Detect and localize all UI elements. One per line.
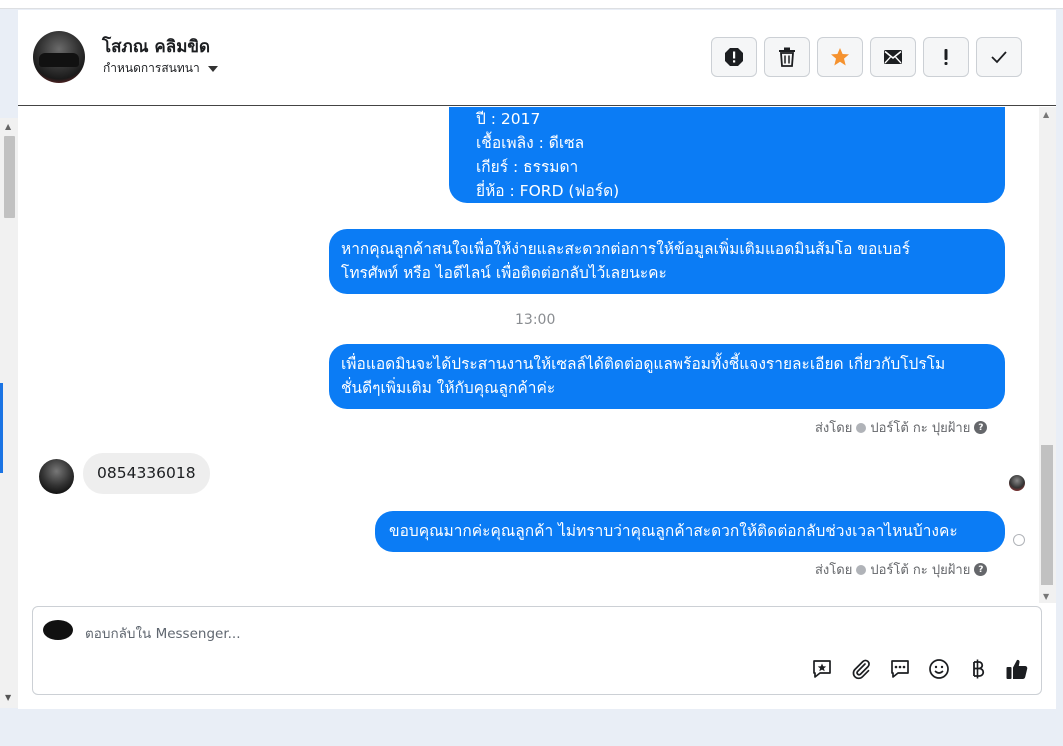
baht-icon <box>973 659 985 679</box>
message-bubble-thanks[interactable]: ขอบคุณมากค่ะคุณลูกค้า ไม่ทราบว่าคุณลูกค้… <box>375 511 1005 552</box>
conversation-actions <box>711 37 1022 77</box>
conversation-panel: โสภณ คลิมขิด กำหนดการสนทนา ปี: 2017 เชื… <box>18 10 1056 709</box>
help-icon[interactable]: ? <box>974 421 988 434</box>
quick-reply-button[interactable] <box>888 657 912 681</box>
message-timestamp: 13:00 <box>515 312 556 328</box>
delete-button[interactable] <box>764 37 810 77</box>
contact-small-avatar[interactable] <box>39 459 74 494</box>
trash-icon <box>779 47 795 67</box>
message-text: เพื่อแอดมินจะได้ประสานงานให้เซลล์ได้ติดต… <box>341 355 946 373</box>
car-gear: เกียร์ : ธรรมดา <box>476 158 579 176</box>
star-icon <box>831 48 849 66</box>
caret-down-icon <box>207 65 218 72</box>
chat-star-icon <box>813 660 831 678</box>
important-button[interactable] <box>923 37 969 77</box>
sender-name[interactable]: ปอร์โต้ กะ ปุยฝ้าย <box>870 559 970 580</box>
message-text: 0854336018 <box>97 464 196 482</box>
message-list: ปี : 2017 เชื้อเพลิง : ดีเซล เกียร์ : ธร… <box>18 107 1056 603</box>
sent-by-label: ส่งโดย <box>815 421 853 436</box>
check-icon <box>991 51 1007 64</box>
sent-by-label: ส่งโดย <box>815 563 853 578</box>
smile-icon <box>929 659 949 679</box>
sent-by-info: ส่งโดย ปอร์โต้ กะ ปุยฝ้าย ? <box>815 559 988 580</box>
scroll-up-arrow-icon[interactable]: ▲ <box>1043 110 1049 119</box>
page-mini-icon <box>856 422 867 433</box>
car-brand: ยี่ห้อ : FORD (ฟอร์ด) <box>476 182 620 200</box>
like-button[interactable] <box>1005 657 1029 681</box>
composer-tools <box>810 657 1029 681</box>
message-bubble-coordinate[interactable]: เพื่อแอดมินจะได้ประสานงานให้เซลล์ได้ติดต… <box>329 344 1005 409</box>
scroll-down-arrow-icon[interactable]: ▼ <box>5 693 11 702</box>
conversation-settings-label: กำหนดการสนทนา <box>103 61 200 75</box>
thumbs-up-icon <box>1006 659 1028 679</box>
page-root: ▲ ▼ โสภณ คลิมขิด กำหนดการสนทนา ปี: 2017… <box>0 0 1063 746</box>
delivered-check-icon <box>1013 534 1025 546</box>
sender-name[interactable]: ปอร์โต้ กะ ปุยฝ้าย <box>870 417 970 438</box>
message-scrollbar-thumb[interactable] <box>1041 445 1053 585</box>
seen-avatar <box>1009 475 1025 491</box>
saved-reply-button[interactable] <box>810 657 834 681</box>
chat-dots-icon <box>891 660 909 678</box>
report-button[interactable] <box>711 37 757 77</box>
car-fuel: เชื้อเพลิง : ดีเซล <box>476 134 585 152</box>
alert-octagon-icon <box>725 48 743 66</box>
sent-by-info: ส่งโดย ปอร์โต้ กะ ปุยฝ้าย ? <box>815 417 988 438</box>
page-bottom-strip <box>0 709 1063 746</box>
message-bubble-incoming[interactable]: 0854336018 <box>83 453 210 494</box>
reply-composer <box>32 606 1042 695</box>
message-text: ชั่นดีๆเพิ่มเติม ให้กับคุณลูกค้าค่ะ <box>341 379 556 397</box>
conversation-header: โสภณ คลิมขิด กำหนดการสนทนา <box>18 10 1056 106</box>
emoji-button[interactable] <box>927 657 951 681</box>
contact-avatar[interactable] <box>33 31 85 83</box>
done-button[interactable] <box>976 37 1022 77</box>
scroll-up-arrow-icon[interactable]: ▲ <box>5 122 11 131</box>
page-top-strip <box>0 0 1063 9</box>
envelope-icon <box>884 50 902 64</box>
help-icon[interactable]: ? <box>974 563 988 576</box>
exclamation-icon <box>944 49 948 65</box>
page-mini-icon <box>856 564 867 575</box>
mark-unread-button[interactable] <box>870 37 916 77</box>
conversation-settings-dropdown[interactable]: กำหนดการสนทนา <box>103 59 218 78</box>
car-year: ปี : 2017 <box>476 110 541 128</box>
contact-name[interactable]: โสภณ คลิมขิด <box>102 33 210 60</box>
attach-button[interactable] <box>849 657 873 681</box>
message-bubble-car-info[interactable]: ปี : 2017 เชื้อเพลิง : ดีเซล เกียร์ : ธร… <box>449 107 1005 203</box>
message-scrollbar[interactable]: ▲ ▼ <box>1039 107 1056 603</box>
message-text: ขอบคุณมากค่ะคุณลูกค้า ไม่ทราบว่าคุณลูกค้… <box>389 522 958 540</box>
message-bubble-contact-request[interactable]: หากคุณลูกค้าสนใจเพื่อให้ง่ายและสะดวกต่อก… <box>329 229 1005 294</box>
selection-accent <box>0 383 3 473</box>
page-scrollbar-thumb[interactable] <box>4 136 15 218</box>
payment-button[interactable] <box>966 657 990 681</box>
star-button[interactable] <box>817 37 863 77</box>
paperclip-icon <box>852 659 870 680</box>
reply-input[interactable] <box>85 623 785 645</box>
scroll-down-arrow-icon[interactable]: ▼ <box>1043 592 1049 601</box>
page-logo <box>43 620 73 640</box>
message-text: โทรศัพท์ หรือ ไอดีไลน์ เพื่อติดต่อกลับไว… <box>341 264 667 282</box>
message-text: หากคุณลูกค้าสนใจเพื่อให้ง่ายและสะดวกต่อก… <box>341 240 911 258</box>
